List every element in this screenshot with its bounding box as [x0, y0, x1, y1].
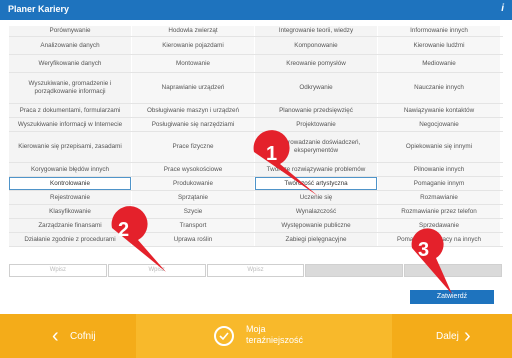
- skill-option[interactable]: Komponowanie: [255, 37, 377, 54]
- skill-option[interactable]: Integrowanie teorii, wiedzy: [255, 26, 377, 36]
- skill-option[interactable]: Kontrolowanie: [9, 177, 131, 190]
- custom-skill-input[interactable]: Wpisz: [9, 264, 107, 277]
- career-planner-window: Planer Kariery i Porównywanie Hodowla zwi…: [0, 0, 512, 358]
- skill-option[interactable]: Kreowanie pomysłów: [255, 55, 377, 72]
- skill-option[interactable]: Kierowanie się przepisami, zasadami: [9, 132, 131, 162]
- custom-skill-input[interactable]: [305, 264, 404, 277]
- marker-2-label: 2: [118, 219, 129, 241]
- back-button[interactable]: ‹ Cofnij: [0, 314, 136, 358]
- skill-option[interactable]: Analizowanie danych: [9, 37, 131, 54]
- skill-option[interactable]: Obsługiwanie maszyn i urządzeń: [132, 104, 254, 117]
- skill-option[interactable]: Posługiwanie się narzędziami: [132, 118, 254, 131]
- window-title: Planer Kariery: [8, 4, 70, 14]
- annotation-marker-3: 3: [411, 228, 452, 294]
- skill-option[interactable]: Wyszukiwanie informacji w Internecie: [9, 118, 131, 131]
- skill-option[interactable]: Negocjowanie: [378, 118, 500, 131]
- skill-option[interactable]: Naprawianie urządzeń: [132, 73, 254, 103]
- next-label: Dalej: [436, 331, 459, 342]
- skill-option[interactable]: Mediowanie: [378, 55, 500, 72]
- skill-option[interactable]: Odkrywanie: [255, 73, 377, 103]
- title-bar: Planer Kariery i: [0, 0, 512, 20]
- skill-option[interactable]: Prace fizyczne: [132, 132, 254, 162]
- annotation-marker-2: 2: [111, 206, 166, 272]
- skill-option[interactable]: Hodowla zwierząt: [132, 26, 254, 36]
- skill-option[interactable]: Informowanie innych: [378, 26, 500, 36]
- skills-row: Porównywanie Hodowla zwierząt Integrowanie…: [9, 26, 503, 37]
- check-circle-icon: [214, 326, 234, 346]
- next-button[interactable]: Dalej ›: [392, 314, 512, 358]
- chevron-left-icon: ‹: [52, 325, 59, 347]
- skill-option[interactable]: Pilnowanie innych: [378, 163, 500, 176]
- skill-option[interactable]: Wynalazczość: [255, 205, 377, 218]
- skill-option[interactable]: Nauczanie innych: [378, 73, 500, 103]
- skills-row: Klasyfikowanie Szycie Wynalazczość Rozmawia…: [9, 205, 503, 219]
- skill-option[interactable]: Praca z dokumentami, formularzami: [9, 104, 131, 117]
- info-icon[interactable]: i: [501, 3, 504, 14]
- skill-option[interactable]: Kierowanie pojazdami: [132, 37, 254, 54]
- skills-row: Praca z dokumentami, formularzami Obsługi…: [9, 104, 503, 118]
- chevron-right-icon: ›: [464, 325, 471, 347]
- skill-option[interactable]: Sprzątanie: [132, 191, 254, 204]
- skill-option[interactable]: Prace wysokościowe: [132, 163, 254, 176]
- marker-1-label: 1: [266, 143, 277, 165]
- step-title-line1: Moja: [246, 324, 266, 334]
- annotation-marker-1: 1: [253, 130, 318, 196]
- skill-option[interactable]: Rozmawianie: [378, 191, 500, 204]
- skill-option[interactable]: Pomaganie innym: [378, 177, 500, 190]
- skills-row: Weryfikowanie danych Montowanie Kreowanie …: [9, 55, 503, 73]
- skill-option[interactable]: Nawiązywanie kontaktów: [378, 104, 500, 117]
- skill-option[interactable]: Wyszukiwanie, gromadzenie i porządkowani…: [9, 73, 131, 103]
- step-title-line2: teraźniejszość: [246, 335, 304, 345]
- skills-row: Wyszukiwanie, gromadzenie i porządkowani…: [9, 73, 503, 104]
- skill-option[interactable]: Montowanie: [132, 55, 254, 72]
- back-label: Cofnij: [70, 331, 96, 342]
- skill-option[interactable]: Występowanie publiczne: [255, 219, 377, 232]
- skill-option[interactable]: Weryfikowanie danych: [9, 55, 131, 72]
- skills-row: Analizowanie danych Kierowanie pojazdami K…: [9, 37, 503, 55]
- skill-option[interactable]: Produkowanie: [132, 177, 254, 190]
- marker-3-label: 3: [418, 239, 429, 261]
- skill-option[interactable]: Rozmawianie przez telefon: [378, 205, 500, 218]
- skill-option[interactable]: Opiekowanie się innymi: [378, 132, 500, 162]
- custom-skill-input[interactable]: Wpisz: [206, 264, 305, 277]
- skill-option[interactable]: Korygowanie błędów innych: [9, 163, 131, 176]
- skill-option[interactable]: Rejestrowanie: [9, 191, 131, 204]
- skill-option[interactable]: Planowanie przedsięwzięć: [255, 104, 377, 117]
- skill-option[interactable]: Zabiegi pielęgnacyjne: [255, 233, 377, 246]
- skill-option[interactable]: Kierowanie ludźmi: [378, 37, 500, 54]
- skill-option[interactable]: Porównywanie: [9, 26, 131, 36]
